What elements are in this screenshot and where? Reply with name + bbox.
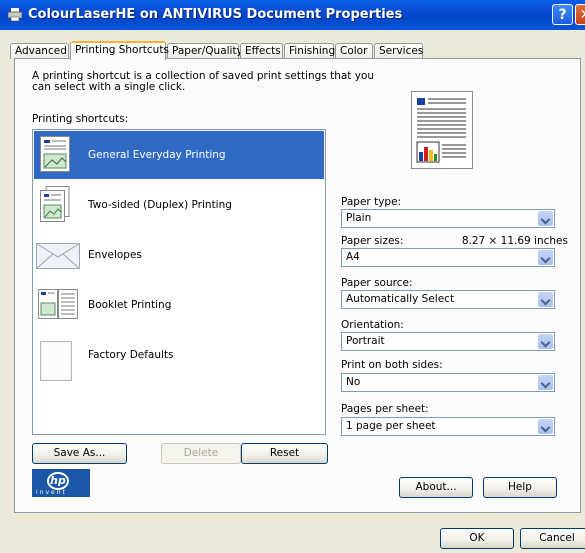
- paper-source-label: Paper source:: [341, 277, 413, 289]
- hp-brand: hp: [47, 472, 69, 490]
- orientation-select[interactable]: Portrait: [341, 332, 555, 351]
- duplex-printing-icon: [40, 186, 70, 222]
- paper-sizes-label: Paper sizes:: [341, 235, 404, 247]
- paper-type-value: Plain: [346, 212, 372, 224]
- list-item-label: Booklet Printing: [88, 299, 172, 311]
- tab-finishing[interactable]: Finishing: [284, 43, 335, 59]
- save-as-button[interactable]: Save As...: [32, 443, 127, 464]
- tab-services[interactable]: Services: [374, 43, 423, 59]
- chevron-down-icon[interactable]: [538, 292, 553, 307]
- print-both-sides-label: Print on both sides:: [341, 359, 443, 371]
- help-dialog-button[interactable]: Help: [483, 477, 557, 498]
- pages-per-sheet-label: Pages per sheet:: [341, 403, 429, 415]
- paper-type-label: Paper type:: [341, 196, 402, 208]
- list-item-label: Factory Defaults: [88, 349, 174, 361]
- paper-sizes-value: A4: [346, 251, 360, 263]
- list-item-general-everyday[interactable]: General Everyday Printing: [34, 131, 324, 179]
- tab-paper-quality[interactable]: Paper/Quality: [167, 43, 243, 59]
- chevron-down-icon[interactable]: [538, 375, 553, 390]
- printer-icon: [8, 8, 22, 21]
- chevron-down-icon[interactable]: [538, 334, 553, 349]
- shortcuts-label: Printing shortcuts:: [32, 113, 129, 125]
- tab-effects[interactable]: Effects: [240, 43, 283, 59]
- about-button[interactable]: About...: [399, 477, 473, 498]
- list-item-label: Envelopes: [88, 249, 142, 261]
- print-both-sides-value: No: [346, 376, 361, 388]
- factory-defaults-icon: [40, 341, 72, 381]
- list-item-factory-defaults[interactable]: Factory Defaults: [34, 331, 324, 391]
- list-item-booklet[interactable]: Booklet Printing: [34, 281, 324, 329]
- paper-source-value: Automatically Select: [346, 293, 455, 305]
- orientation-value: Portrait: [346, 335, 385, 347]
- pages-per-sheet-value: 1 page per sheet: [346, 420, 436, 432]
- orientation-label: Orientation:: [341, 319, 404, 331]
- chevron-down-icon[interactable]: [538, 211, 553, 226]
- hp-logo: hp invent: [32, 469, 90, 497]
- list-item-label: General Everyday Printing: [88, 149, 226, 161]
- document-properties-dialog: ColourLaserHE on ANTIVIRUS Document Prop…: [0, 0, 585, 553]
- intro-text: A printing shortcut is a collection of s…: [32, 70, 375, 93]
- delete-button[interactable]: Delete: [161, 443, 241, 464]
- title-bar[interactable]: ColourLaserHE on ANTIVIRUS Document Prop…: [0, 0, 585, 30]
- window-title: ColourLaserHE on ANTIVIRUS Document Prop…: [28, 7, 403, 22]
- list-item-label: Two-sided (Duplex) Printing: [88, 199, 232, 211]
- ok-button[interactable]: OK: [440, 528, 514, 549]
- tab-color[interactable]: Color: [335, 43, 373, 59]
- hp-tagline: invent: [36, 489, 67, 496]
- printing-shortcuts-panel: A printing shortcut is a collection of s…: [14, 58, 581, 513]
- print-both-sides-select[interactable]: No: [341, 373, 555, 392]
- list-item-two-sided[interactable]: Two-sided (Duplex) Printing: [34, 181, 324, 229]
- envelope-icon: [36, 243, 80, 269]
- paper-type-select[interactable]: Plain: [341, 209, 555, 228]
- page-preview: [411, 91, 473, 169]
- general-printing-icon: [40, 136, 70, 172]
- cancel-button[interactable]: Cancel: [520, 528, 585, 549]
- tab-advanced[interactable]: Advanced: [10, 43, 69, 59]
- list-item-envelopes[interactable]: Envelopes: [34, 231, 324, 279]
- paper-dimensions: 8.27 × 11.69 inches: [461, 235, 568, 247]
- tab-printing-shortcuts[interactable]: Printing Shortcuts: [70, 41, 169, 60]
- close-button[interactable]: ✕: [575, 4, 585, 25]
- pages-per-sheet-select[interactable]: 1 page per sheet: [341, 417, 555, 436]
- reset-button[interactable]: Reset: [241, 443, 328, 464]
- chevron-down-icon[interactable]: [538, 250, 553, 265]
- booklet-icon: [38, 289, 78, 319]
- paper-source-select[interactable]: Automatically Select: [341, 290, 555, 309]
- chevron-down-icon[interactable]: [538, 419, 553, 434]
- paper-sizes-select[interactable]: A4: [341, 248, 555, 267]
- help-button[interactable]: ?: [552, 4, 573, 25]
- shortcuts-list[interactable]: General Everyday Printing Two-sided (Dup…: [32, 129, 326, 435]
